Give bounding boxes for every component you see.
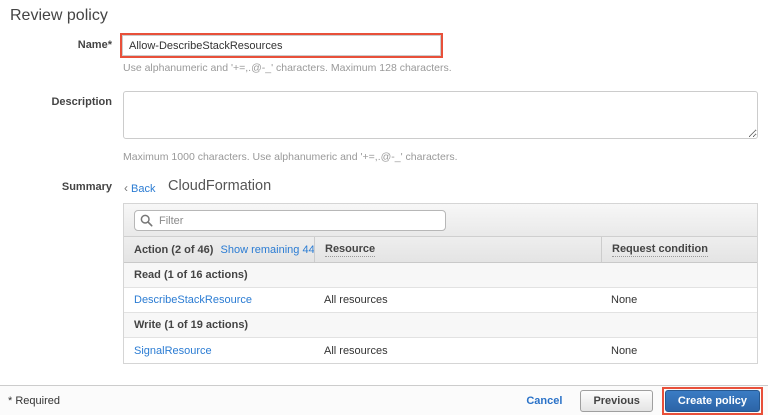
cancel-link[interactable]: Cancel <box>526 395 562 407</box>
table-row: SignalResource All resources None <box>124 338 757 363</box>
show-remaining-link[interactable]: Show remaining 44 <box>221 244 314 256</box>
summary-label: Summary <box>0 181 112 193</box>
action-link-describestackresource[interactable]: DescribeStackResource <box>134 294 252 306</box>
footer-bar: * Required Cancel Previous Create policy <box>0 385 768 415</box>
create-policy-button[interactable]: Create policy <box>665 390 760 412</box>
group-row-read: Read (1 of 16 actions) <box>124 263 757 288</box>
policy-name-input[interactable] <box>122 35 441 56</box>
review-policy-page: Review policy Name* Use alphanumeric and… <box>0 0 768 415</box>
back-link[interactable]: ‹Back <box>124 181 155 195</box>
action-link-signalresource[interactable]: SignalResource <box>134 345 212 357</box>
summary-panel: Action (2 of 46) Show remaining 44 Resou… <box>123 203 758 364</box>
description-help-text: Maximum 1000 characters. Use alphanumeri… <box>123 151 457 163</box>
condition-cell: None <box>601 345 757 357</box>
policy-description-textarea[interactable] <box>123 91 758 139</box>
search-icon <box>140 214 153 227</box>
table-row: DescribeStackResource All resources None <box>124 288 757 313</box>
name-help-text: Use alphanumeric and '+=,.@-_' character… <box>123 62 452 74</box>
filter-input[interactable] <box>134 210 446 231</box>
page-title: Review policy <box>10 7 108 25</box>
previous-button[interactable]: Previous <box>580 390 652 412</box>
required-note: * Required <box>8 395 526 407</box>
create-policy-annotation-highlight: Create policy <box>662 387 763 415</box>
condition-cell: None <box>601 294 757 306</box>
name-annotation-highlight <box>120 33 443 58</box>
group-row-write: Write (1 of 19 actions) <box>124 313 757 338</box>
column-header-action: Action (2 of 46) Show remaining 44 <box>124 244 314 256</box>
description-label: Description <box>0 96 112 108</box>
chevron-left-icon: ‹ <box>124 181 128 195</box>
name-label: Name* <box>0 39 112 51</box>
service-title: CloudFormation <box>168 178 271 194</box>
resource-cell: All resources <box>314 294 601 306</box>
resource-cell: All resources <box>314 345 601 357</box>
table-header-row: Action (2 of 46) Show remaining 44 Resou… <box>124 237 757 263</box>
filter-bar <box>124 204 757 237</box>
column-header-request-condition: Request condition <box>601 237 757 262</box>
column-header-resource: Resource <box>314 237 601 262</box>
